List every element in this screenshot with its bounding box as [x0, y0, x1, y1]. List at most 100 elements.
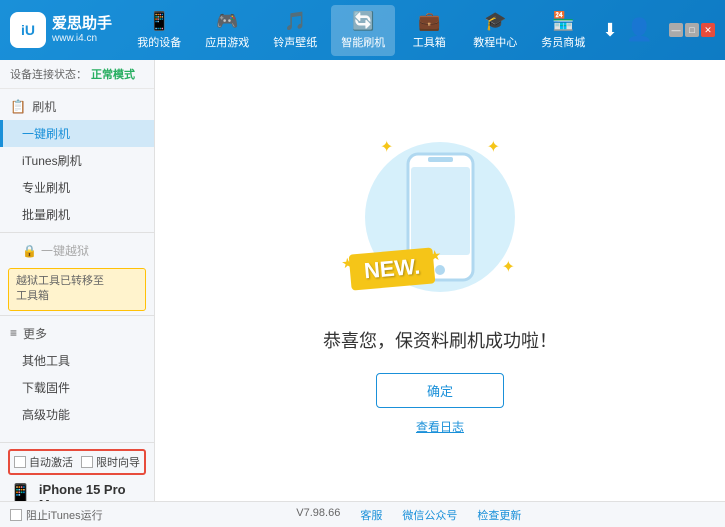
jailbreak-section: 🔒 一键越狱 越狱工具已转移至工具箱	[0, 237, 154, 311]
minimize-button[interactable]: —	[669, 23, 683, 37]
time-guide-cb[interactable]	[81, 456, 93, 468]
flash-section-label: 刷机	[32, 98, 56, 115]
more-label: 更多	[23, 325, 47, 342]
status-value: 正常模式	[91, 66, 135, 82]
footer-left: 阻止iTunes运行	[10, 507, 103, 523]
sidebar-item-other-tools[interactable]: 其他工具	[0, 347, 154, 374]
nav-my-device[interactable]: 📱 我的设备	[127, 5, 191, 56]
version-label: V7.98.66	[296, 507, 340, 523]
nav-service-label: 务员商城	[541, 34, 585, 50]
nav-ringtones[interactable]: 🎵 铃声壁纸	[263, 5, 327, 56]
advanced-label: 高级功能	[22, 408, 70, 422]
nav-apps-games-label: 应用游戏	[205, 34, 249, 50]
time-guide-label: 限时向导	[96, 454, 140, 470]
device-section: 自动激活 限时向导 📱 iPhone 15 Pro Max 512GB iPho…	[0, 442, 154, 501]
log-link[interactable]: 查看日志	[416, 418, 464, 435]
nav-tutorials-label: 教程中心	[473, 34, 517, 50]
jailbreak-notice: 越狱工具已转移至工具箱	[8, 268, 146, 311]
new-badge: NEW.	[349, 247, 436, 290]
brand-url: www.i4.cn	[52, 33, 112, 45]
auto-activate-row: 自动激活 限时向导	[8, 449, 146, 475]
status-bar: 设备连接状态： 正常模式	[0, 60, 154, 89]
divider-1	[0, 232, 154, 233]
footer-wechat-link[interactable]: 微信公众号	[402, 507, 457, 523]
smart-flash-icon: 🔄	[352, 11, 374, 32]
apps-games-icon: 🎮	[216, 11, 238, 32]
device-name: iPhone 15 Pro Max	[39, 482, 146, 501]
footer: 阻止iTunes运行 V7.98.66 客服 微信公众号 检查更新	[0, 501, 725, 527]
nav-toolbox[interactable]: 💼 工具箱	[399, 5, 459, 56]
one-key-flash-label: 一键刷机	[22, 127, 70, 141]
nav-smart-flash-label: 智能刷机	[341, 34, 385, 50]
window-controls: — □ ✕	[669, 23, 715, 37]
nav-bar: 📱 我的设备 🎮 应用游戏 🎵 铃声壁纸 🔄 智能刷机 💼 工具箱 🎓 教程中心…	[120, 5, 603, 56]
content-area: NEW. ✦ ✦ ✦ 恭喜您，保资料刷机成功啦！ 确定 查看日志	[155, 60, 725, 501]
itunes-checkbox[interactable]	[10, 509, 22, 521]
more-icon: ≡	[10, 326, 17, 340]
service-icon: 🏪	[552, 11, 574, 32]
close-button[interactable]: ✕	[701, 23, 715, 37]
maximize-button[interactable]: □	[685, 23, 699, 37]
sidebar-item-download-firmware[interactable]: 下载固件	[0, 374, 154, 401]
nav-service[interactable]: 🏪 务员商城	[531, 5, 595, 56]
device-details: iPhone 15 Pro Max 512GB iPhone	[39, 482, 146, 501]
phone-container: NEW. ✦ ✦ ✦	[360, 127, 520, 307]
jailbreak-label: 一键越狱	[41, 242, 89, 259]
tutorials-icon: 🎓	[484, 11, 506, 32]
download-firmware-label: 下载固件	[22, 381, 70, 395]
sparkle-icon-2: ✦	[487, 137, 500, 157]
ringtones-icon: 🎵	[284, 11, 306, 32]
logo-icon: iU	[10, 12, 46, 48]
nav-ringtones-label: 铃声壁纸	[273, 34, 317, 50]
auto-activate-checkbox[interactable]: 自动激活	[14, 454, 73, 470]
itunes-label: 阻止iTunes运行	[26, 507, 103, 523]
pro-flash-label: 专业刷机	[22, 181, 70, 195]
flash-section-icon: 📋	[10, 99, 26, 115]
batch-flash-label: 批量刷机	[22, 208, 70, 222]
nav-toolbox-label: 工具箱	[413, 34, 446, 50]
user-button[interactable]: 👤	[626, 17, 653, 43]
footer-service-link[interactable]: 客服	[360, 507, 382, 523]
main-layout: 设备连接状态： 正常模式 📋 刷机 一键刷机 iTunes刷机 专业刷机 批量刷…	[0, 60, 725, 501]
sidebar-item-pro-flash[interactable]: 专业刷机	[0, 174, 154, 201]
more-section-header: ≡ 更多	[0, 320, 154, 347]
nav-my-device-label: 我的设备	[137, 34, 181, 50]
time-guide-checkbox[interactable]: 限时向导	[81, 454, 140, 470]
footer-update-link[interactable]: 检查更新	[477, 507, 521, 523]
header-right: ⬇ 👤 — □ ✕	[603, 17, 716, 43]
more-section: ≡ 更多 其他工具 下载固件 高级功能	[0, 320, 154, 428]
success-text: 恭喜您，保资料刷机成功啦！	[323, 327, 557, 353]
sidebar-item-batch-flash[interactable]: 批量刷机	[0, 201, 154, 228]
logo: iU 爱思助手 www.i4.cn	[10, 12, 120, 48]
divider-2	[0, 315, 154, 316]
auto-activate-cb[interactable]	[14, 456, 26, 468]
logo-text: 爱思助手 www.i4.cn	[52, 15, 112, 45]
device-phone-icon: 📱	[8, 482, 33, 501]
nav-tutorials[interactable]: 🎓 教程中心	[463, 5, 527, 56]
toolbox-icon: 💼	[418, 11, 440, 32]
sparkle-icon-3: ✦	[502, 257, 515, 277]
download-button[interactable]: ⬇	[603, 20, 618, 41]
jailbreak-section-header: 🔒 一键越狱	[0, 237, 154, 264]
new-badge-text: NEW.	[363, 253, 421, 283]
footer-center: V7.98.66 客服 微信公众号 检查更新	[296, 507, 521, 523]
auto-activate-label: 自动激活	[29, 454, 73, 470]
brand-name: 爱思助手	[52, 15, 112, 33]
flash-section: 📋 刷机 一键刷机 iTunes刷机 专业刷机 批量刷机	[0, 93, 154, 228]
device-info: 📱 iPhone 15 Pro Max 512GB iPhone	[8, 479, 146, 501]
flash-section-header: 📋 刷机	[0, 93, 154, 120]
sparkle-icon-1: ✦	[380, 137, 393, 157]
sidebar-item-itunes-flash[interactable]: iTunes刷机	[0, 147, 154, 174]
success-image: NEW. ✦ ✦ ✦	[360, 127, 520, 307]
status-label: 设备连接状态：	[10, 66, 87, 82]
nav-smart-flash[interactable]: 🔄 智能刷机	[331, 5, 395, 56]
sidebar-item-one-key-flash[interactable]: 一键刷机	[0, 120, 154, 147]
sidebar-item-advanced[interactable]: 高级功能	[0, 401, 154, 428]
confirm-button[interactable]: 确定	[376, 373, 504, 408]
header: iU 爱思助手 www.i4.cn 📱 我的设备 🎮 应用游戏 🎵 铃声壁纸 🔄…	[0, 0, 725, 60]
nav-apps-games[interactable]: 🎮 应用游戏	[195, 5, 259, 56]
itunes-flash-label: iTunes刷机	[22, 154, 82, 168]
my-device-icon: 📱	[148, 11, 170, 32]
lock-icon: 🔒	[22, 244, 37, 258]
sidebar: 设备连接状态： 正常模式 📋 刷机 一键刷机 iTunes刷机 专业刷机 批量刷…	[0, 60, 155, 501]
